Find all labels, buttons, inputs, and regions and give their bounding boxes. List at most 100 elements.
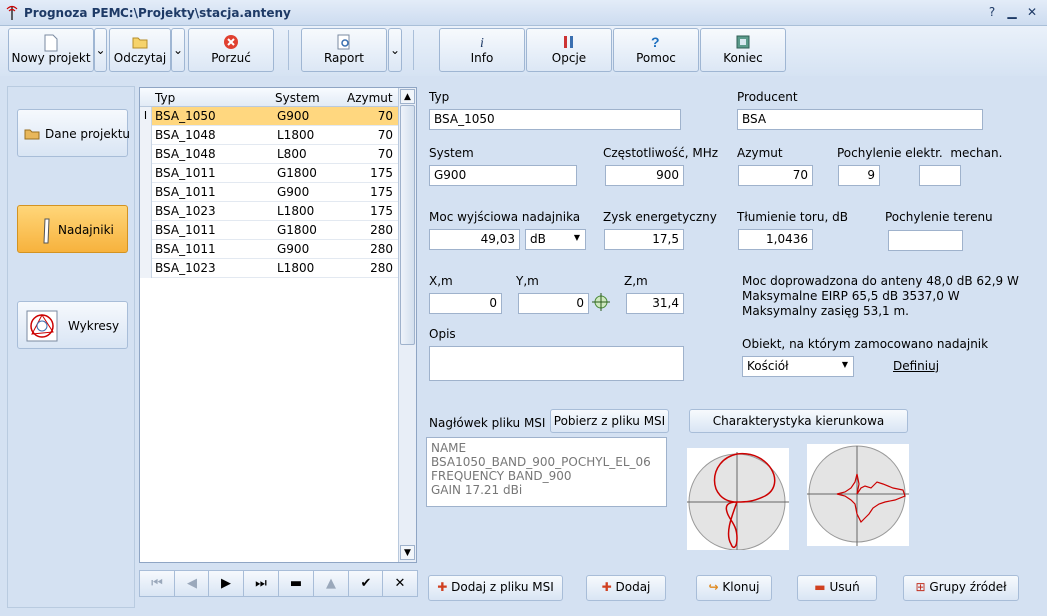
new-project-dropdown[interactable]: ⌄ <box>94 28 107 72</box>
table-row[interactable]: BSA_1011 G1800 175 <box>140 164 398 183</box>
discard-button[interactable]: Porzuć <box>188 28 274 72</box>
power-label: Moc wyjściowa nadajnika <box>429 210 581 224</box>
nav-charts[interactable]: Wykresy <box>17 301 128 349</box>
load-msi-button[interactable]: Pobierz z pliku MSI <box>550 409 669 433</box>
y-field[interactable]: 0 <box>518 293 589 314</box>
row-indicator: I <box>140 107 152 126</box>
scroll-down-icon[interactable]: ▼ <box>400 545 415 560</box>
loss-label: Tłumienie toru, dB <box>737 210 848 224</box>
nav-project-data[interactable]: Dane projektu <box>17 109 130 157</box>
row-indicator <box>140 202 152 221</box>
cell-system: G900 <box>277 109 310 123</box>
app-icon <box>6 5 18 20</box>
table-row[interactable]: I BSA_1050 G900 70 <box>140 107 398 126</box>
help-icon[interactable]: ? <box>983 4 1001 20</box>
system-field[interactable]: G900 <box>429 165 577 186</box>
table-row[interactable]: BSA_1011 G900 280 <box>140 240 398 259</box>
description-field[interactable] <box>429 346 684 381</box>
help-button[interactable]: ? Pomoc <box>613 28 699 72</box>
table-row[interactable]: BSA_1048 L1800 70 <box>140 126 398 145</box>
x-field[interactable]: 0 <box>429 293 502 314</box>
open-dropdown[interactable]: ⌄ <box>171 28 185 72</box>
report-icon <box>337 34 350 50</box>
table-row[interactable]: BSA_1011 G1800 280 <box>140 221 398 240</box>
source-groups-button[interactable]: ⊞ Grupy źródeł <box>903 575 1019 601</box>
description-label: Opis <box>429 327 456 341</box>
typ-field[interactable]: BSA_1050 <box>429 109 681 130</box>
question-icon: ? <box>651 34 660 50</box>
cell-azymut: 70 <box>377 128 393 142</box>
new-project-button[interactable]: Nowy projekt <box>8 28 94 72</box>
power-unit-select[interactable]: dB ▼ <box>525 229 586 250</box>
z-label: Z,m <box>624 274 648 288</box>
scroll-up-icon[interactable]: ▲ <box>400 89 415 104</box>
exit-button[interactable]: Koniec <box>700 28 786 72</box>
gain-field[interactable]: 17,5 <box>604 229 684 250</box>
nav-transmitters[interactable]: Nadajniki <box>17 205 128 253</box>
first-record-button[interactable]: ⏮ <box>139 570 175 597</box>
column-azymut[interactable]: Azymut <box>347 91 393 105</box>
table-row[interactable]: BSA_1011 G900 175 <box>140 183 398 202</box>
open-button[interactable]: Odczytaj <box>109 28 171 72</box>
cell-azymut: 175 <box>370 204 393 218</box>
loss-field[interactable]: 1,0436 <box>738 229 813 250</box>
terrain-field[interactable] <box>888 230 963 251</box>
delete-record-button[interactable]: ▬ <box>278 570 314 597</box>
object-label: Obiekt, na którym zamocowano nadajnik <box>742 337 989 351</box>
cell-azymut: 280 <box>370 261 393 275</box>
cell-azymut: 280 <box>370 223 393 237</box>
object-select[interactable]: Kościół ▼ <box>742 356 854 377</box>
add-button[interactable]: ✚ Dodaj <box>586 575 666 601</box>
prev-record-button[interactable]: ◀ <box>174 570 210 597</box>
frequency-field[interactable]: 900 <box>605 165 684 186</box>
scroll-thumb[interactable] <box>400 105 415 345</box>
report-button[interactable]: Raport <box>301 28 387 72</box>
groups-icon: ⊞ <box>915 580 926 594</box>
cell-system: G1800 <box>277 223 317 237</box>
z-field[interactable]: 31,4 <box>626 293 684 314</box>
power-field[interactable]: 49,03 <box>429 229 520 250</box>
options-button[interactable]: Opcje <box>526 28 612 72</box>
minimize-icon[interactable]: ▁ <box>1003 4 1021 20</box>
close-icon[interactable]: ✕ <box>1023 4 1041 20</box>
typ-label: Typ <box>429 90 450 104</box>
system-label: System <box>429 146 474 160</box>
last-record-button[interactable]: ⏭ <box>243 570 279 597</box>
antenna-icon <box>43 218 50 244</box>
chevron-down-icon: ▼ <box>841 360 848 369</box>
tilt-mechanical-field[interactable] <box>919 165 961 186</box>
title-bar: Prognoza PEM C:\Projekty\stacja.anteny ?… <box>0 0 1047 26</box>
table-row[interactable]: BSA_1023 L1800 175 <box>140 202 398 221</box>
azimuth-label: Azymut <box>737 146 783 160</box>
next-record-button[interactable]: ▶ <box>208 570 244 597</box>
edit-record-button[interactable]: ▲ <box>313 570 349 597</box>
cancel-record-button[interactable]: ✕ <box>382 570 418 597</box>
msi-header-memo[interactable]: NAME BSA1050_BAND_900_POCHYL_EL_06 FREQU… <box>426 437 667 507</box>
table-row[interactable]: BSA_1023 L1800 280 <box>140 259 398 278</box>
crosshair-icon[interactable] <box>591 292 611 312</box>
report-dropdown[interactable]: ⌄ <box>388 28 402 72</box>
producer-field[interactable]: BSA <box>737 109 983 130</box>
column-typ[interactable]: Typ <box>155 91 175 105</box>
cell-typ: BSA_1050 <box>155 109 216 123</box>
column-system[interactable]: System <box>275 91 320 105</box>
pattern-button[interactable]: Charakterystyka kierunkowa <box>689 409 908 433</box>
horizontal-pattern-chart <box>687 448 789 551</box>
grid-scrollbar[interactable]: ▲ ▼ <box>398 88 416 562</box>
post-record-button[interactable]: ✔ <box>348 570 384 597</box>
cell-typ: BSA_1048 <box>155 147 216 161</box>
cancel-icon <box>224 35 238 49</box>
add-from-msi-button[interactable]: ✚ Dodaj z pliku MSI <box>428 575 563 601</box>
cell-typ: BSA_1023 <box>155 204 216 218</box>
table-row[interactable]: BSA_1048 L800 70 <box>140 145 398 164</box>
delete-button[interactable]: ▬ Usuń <box>797 575 877 601</box>
azimuth-field[interactable]: 70 <box>738 165 813 186</box>
cell-typ: BSA_1011 <box>155 223 216 237</box>
clone-button[interactable]: ↪ Klonuj <box>696 575 772 601</box>
x-label: X,m <box>429 274 453 288</box>
tilt-electrical-field[interactable]: 9 <box>838 165 880 186</box>
info-button[interactable]: i Info <box>439 28 525 72</box>
plus-icon: ✚ <box>437 580 448 594</box>
define-link[interactable]: Definiuj <box>893 359 939 373</box>
cell-system: L1800 <box>277 261 315 275</box>
